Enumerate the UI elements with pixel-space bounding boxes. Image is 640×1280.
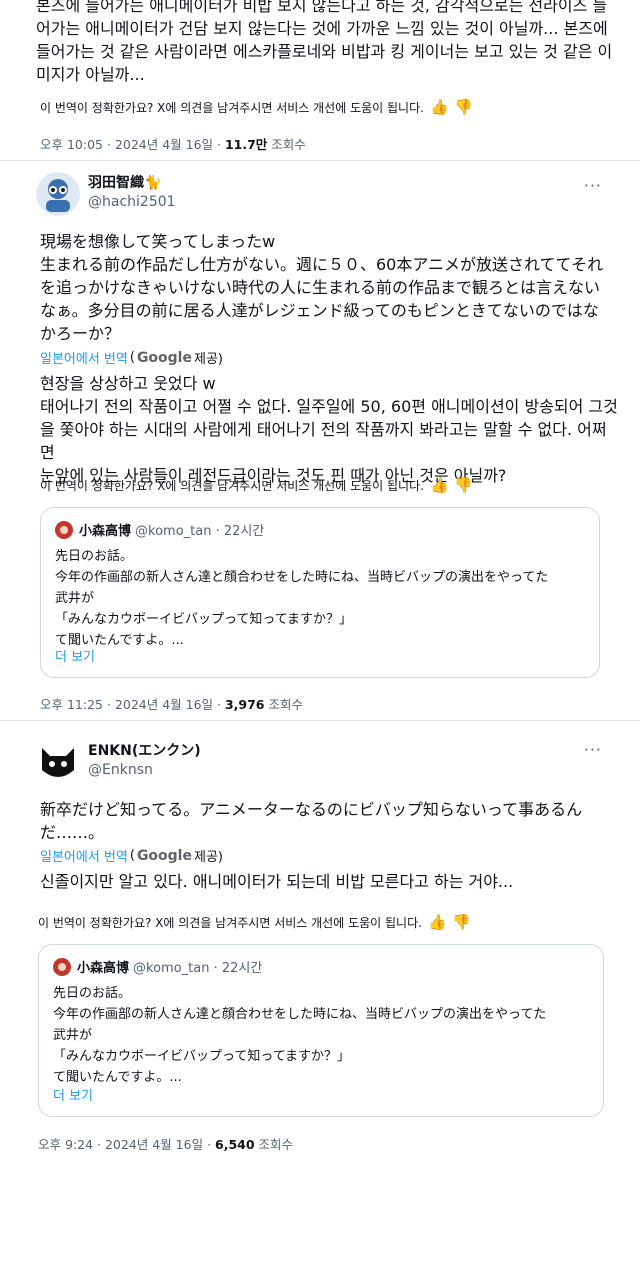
quoted-display-name: 小森高博: [79, 524, 132, 539]
quoted-text: 先日のお話。 今年の作画部の新人さん達と顔合わせをした時にね、当時ビバップの演出…: [55, 549, 549, 648]
translation-feedback-text: 이 번역이 정확한가요? X에 의견을 남겨주시면 서비스 개선에 도움이 됩니…: [38, 915, 422, 930]
thumbs-down-icon[interactable]: 👎: [452, 913, 471, 931]
timestamp-text[interactable]: 오후 11:25 · 2024년 4월 16일 ·: [40, 697, 225, 712]
quoted-post[interactable]: 小森高博 @komo_tan · 22시간 先日のお話。 今年の作画部の新人さん…: [40, 507, 600, 678]
view-count: 11.7만: [224, 137, 268, 152]
paren: (: [129, 350, 135, 365]
translation-feedback: 이 번역이 정확한가요? X에 의견을 남겨주시면 서비스 개선에 도움이 됩니…: [40, 476, 473, 494]
post-timestamp: 오후 10:05 · 2024년 4월 16일 · 11.7만 조회수: [40, 134, 306, 153]
avatar[interactable]: [36, 172, 80, 216]
display-name[interactable]: 羽田智織🐈: [88, 172, 176, 192]
show-more-link[interactable]: 더 보기: [55, 646, 95, 665]
thumbs-up-icon[interactable]: 👍: [430, 476, 449, 494]
quoted-header: 小森高博 @komo_tan · 22시간: [55, 520, 264, 539]
translated-from: 일본어에서 번역(Google 제공): [40, 846, 223, 866]
quoted-display-name: 小森高博: [77, 961, 130, 976]
provided-label: 제공): [193, 352, 223, 367]
post-original-text: 新卒だけど知ってる。アニメーターなるのにビバップ知らないって事あるん だ……。: [40, 800, 583, 842]
post-translated-text: 신졸이지만 알고 있다. 애니메이터가 되는데 비밥 모른다고 하는 거야...: [40, 872, 514, 891]
divider: [0, 720, 640, 721]
quoted-avatar: [53, 957, 71, 976]
post-translated-text: 본즈에 들어가는 애니메이터가 비밥 보지 않는다고 하는 것, 감각적으로는 …: [36, 0, 613, 84]
thumbs-down-icon[interactable]: 👎: [454, 98, 473, 116]
timestamp-text[interactable]: 오후 9:24 · 2024년 4월 16일 ·: [38, 1137, 215, 1152]
thumbs-up-icon[interactable]: 👍: [430, 98, 449, 116]
view-count: 3,976: [224, 697, 265, 712]
translation-feedback-text: 이 번역이 정확한가요? X에 의견을 남겨주시면 서비스 개선에 도움이 됩니…: [40, 100, 424, 115]
quoted-avatar: [55, 520, 73, 539]
thumbs-up-icon[interactable]: 👍: [428, 913, 447, 931]
divider: [0, 160, 640, 161]
post-original-text: 現場を想像して笑ってしまったw 生まれる前の作品だし仕方がない。週に５０、60本…: [40, 232, 604, 343]
show-more-link[interactable]: 더 보기: [53, 1085, 93, 1104]
display-name[interactable]: ENKN(エンクン): [88, 740, 201, 760]
thumbs-down-icon[interactable]: 👎: [454, 476, 473, 494]
provided-label: 제공): [193, 850, 223, 865]
post-timestamp: 오후 9:24 · 2024년 4월 16일 · 6,540 조회수: [38, 1134, 293, 1153]
google-logo: Google: [136, 847, 192, 864]
post-header: 羽田智織🐈 @hachi2501: [36, 172, 176, 216]
post-timestamp: 오후 11:25 · 2024년 4월 16일 · 3,976 조회수: [40, 694, 303, 713]
username[interactable]: @Enknsn: [88, 762, 201, 778]
post-header: ENKN(エンクン) @Enknsn: [36, 740, 201, 784]
translated-from: 일본어에서 번역(Google 제공): [40, 348, 223, 368]
username[interactable]: @hachi2501: [88, 194, 176, 210]
view-label: 조회수: [264, 697, 303, 712]
more-icon[interactable]: ···: [584, 176, 602, 195]
more-icon[interactable]: ···: [584, 740, 602, 759]
post-translated-text: 현장을 상상하고 웃었다 w 태어나기 전의 작품이고 어쩔 수 없다. 일주일…: [40, 374, 618, 485]
google-logo: Google: [136, 349, 192, 366]
quoted-text: 先日のお話。 今年の作画部の新人さん達と顔合わせをした時にね、当時ビバップの演出…: [53, 986, 547, 1085]
view-label: 조회수: [267, 137, 306, 152]
quoted-post[interactable]: 小森高博 @komo_tan · 22시간 先日のお話。 今年の作画部の新人さん…: [38, 944, 604, 1117]
view-count: 6,540: [215, 1137, 255, 1152]
quoted-handle: @komo_tan · 22시간: [133, 961, 263, 976]
quoted-handle: @komo_tan · 22시간: [135, 524, 265, 539]
paren: (: [129, 848, 135, 863]
translated-from-link[interactable]: 일본어에서 번역: [40, 846, 128, 865]
translation-feedback-text: 이 번역이 정확한가요? X에 의견을 남겨주시면 서비스 개선에 도움이 됩니…: [40, 478, 424, 493]
translation-feedback: 이 번역이 정확한가요? X에 의견을 남겨주시면 서비스 개선에 도움이 됩니…: [40, 98, 473, 116]
avatar[interactable]: [36, 740, 80, 784]
translation-feedback: 이 번역이 정확한가요? X에 의견을 남겨주시면 서비스 개선에 도움이 됩니…: [38, 913, 471, 931]
translated-from-link[interactable]: 일본어에서 번역: [40, 348, 128, 367]
timestamp-text[interactable]: 오후 10:05 · 2024년 4월 16일 ·: [40, 137, 225, 152]
quoted-header: 小森高博 @komo_tan · 22시간: [53, 957, 262, 976]
view-label: 조회수: [254, 1137, 294, 1152]
